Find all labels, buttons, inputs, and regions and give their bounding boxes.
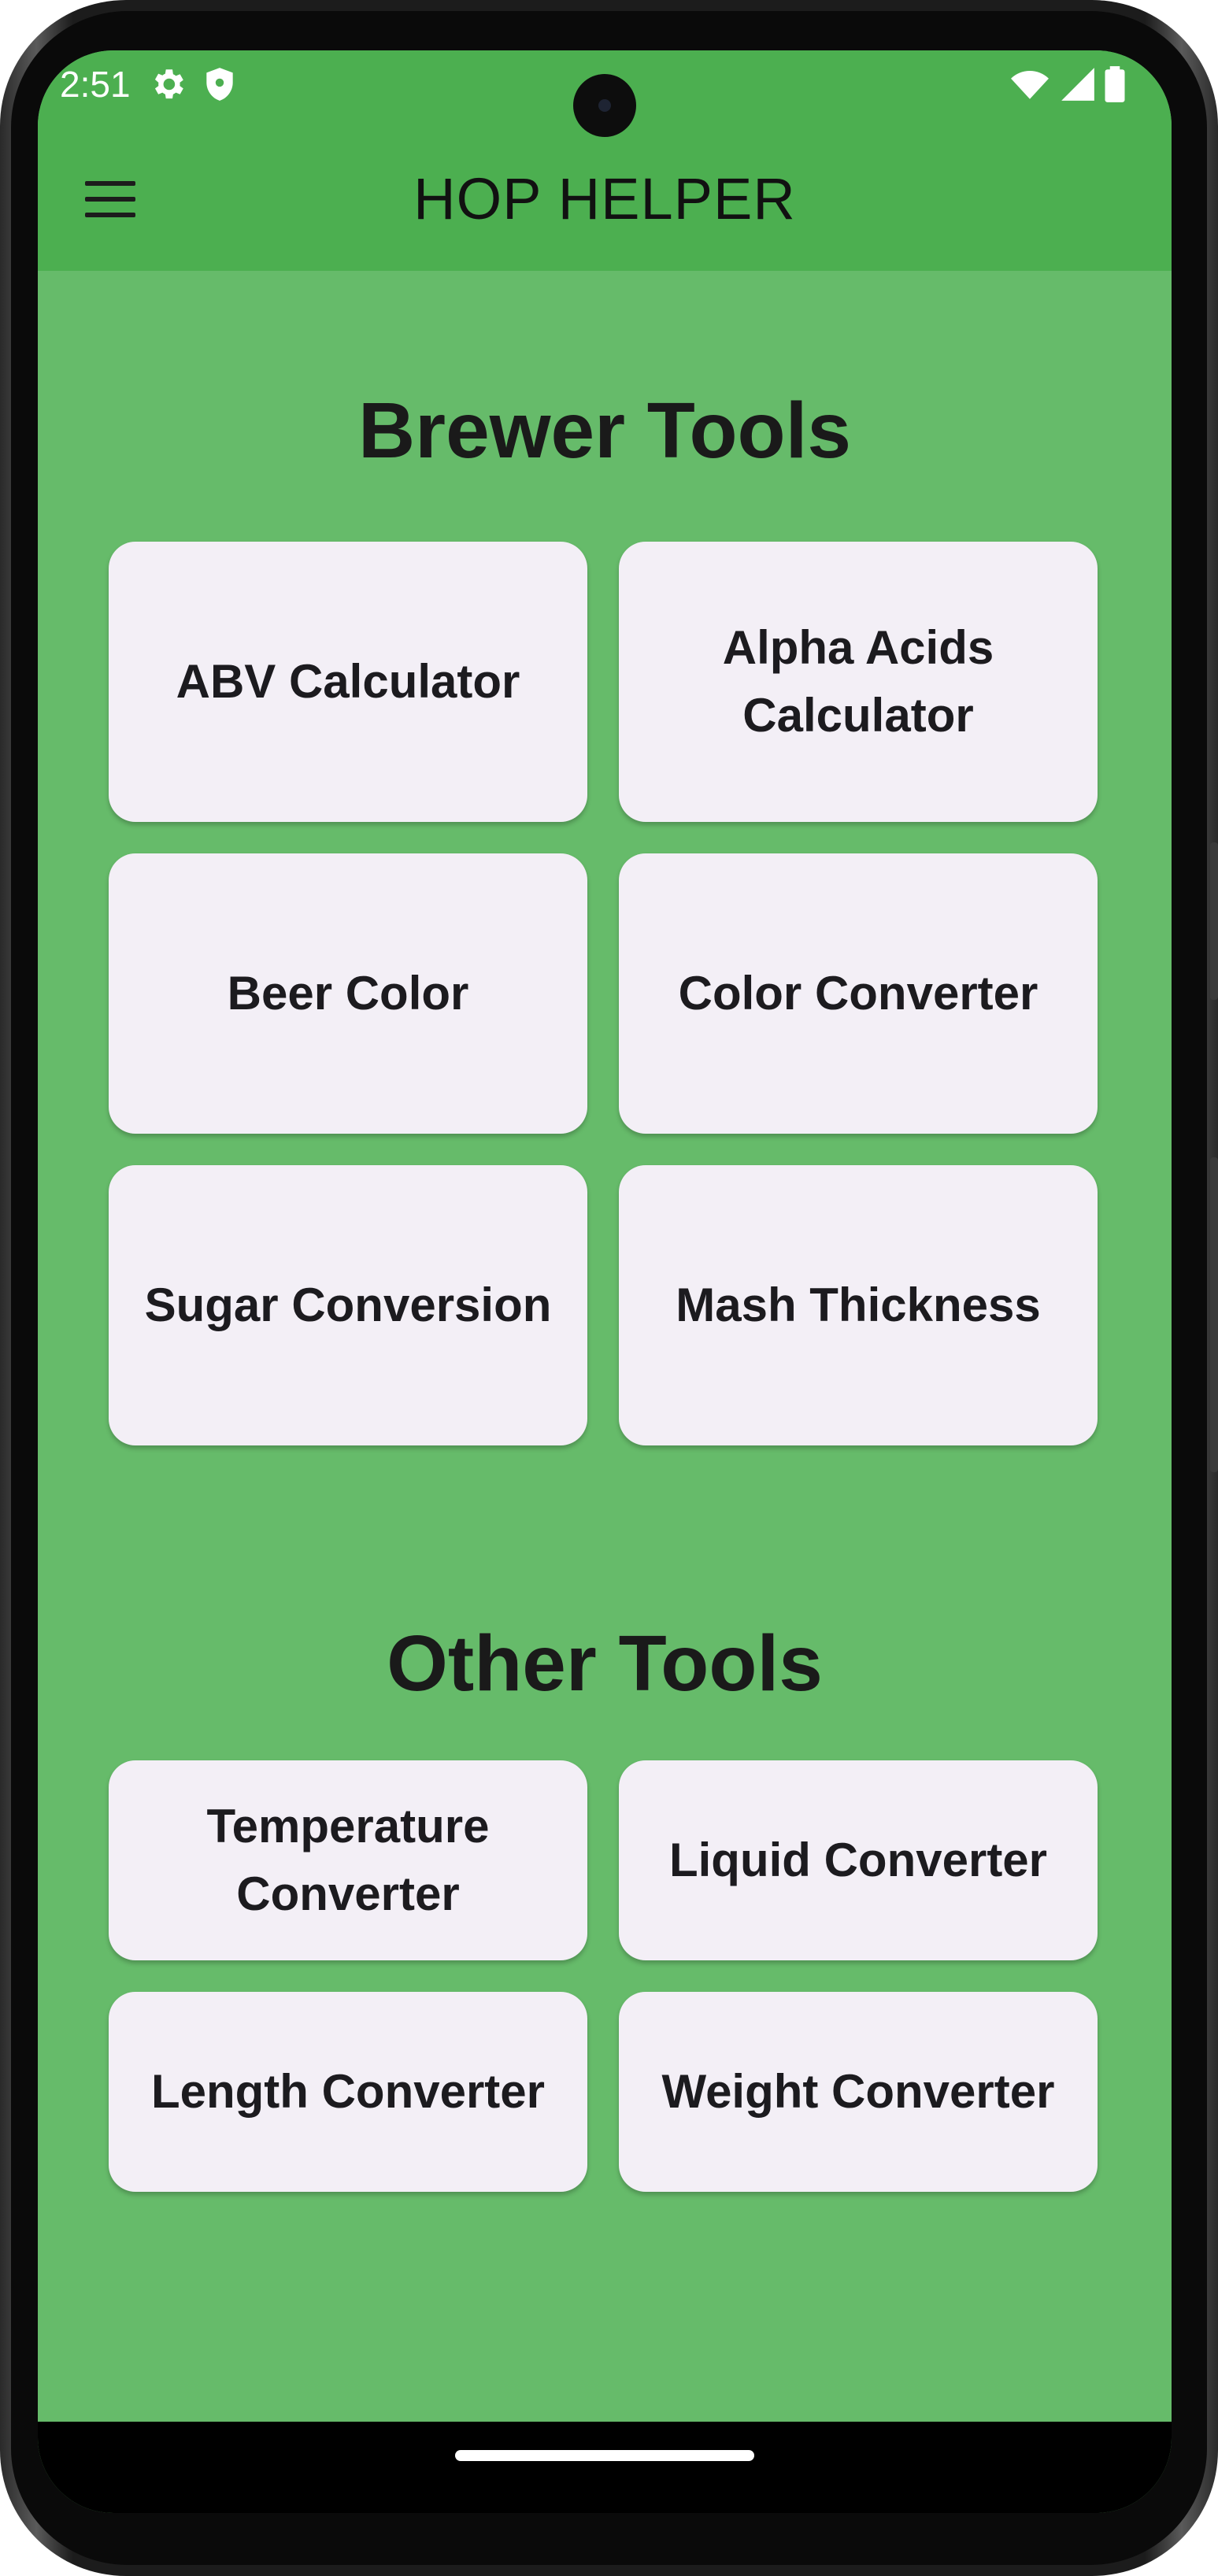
temperature-converter-label: Temperature Converter [206,1800,490,1920]
beer-color-button[interactable]: Beer Color [109,853,587,1134]
liquid-converter-label: Liquid Converter [668,1834,1048,1886]
length-converter-button[interactable]: Length Converter [109,1992,587,2192]
gear-icon [154,69,183,99]
temperature-converter-button[interactable]: Temperature Converter [109,1760,587,1960]
app-title: HOP HELPER [413,166,796,231]
status-time: 2:51 [60,64,131,105]
liquid-converter-button[interactable]: Liquid Converter [619,1760,1098,1960]
abv-calculator-button[interactable]: ABV Calculator [109,542,587,822]
sugar-conversion-button[interactable]: Sugar Conversion [109,1165,587,1445]
weight-converter-button[interactable]: Weight Converter [619,1992,1098,2192]
front-camera [573,74,636,137]
mash-thickness-button[interactable]: Mash Thickness [619,1165,1098,1445]
power-button [1210,842,1218,1000]
abv-calculator-label: ABV Calculator [176,655,520,708]
wifi-icon [1011,70,1049,99]
shield-icon [206,68,233,101]
top-app-area: 2:51 HOP HELPER [38,50,1172,271]
home-gesture-handle[interactable] [455,2450,754,2461]
color-converter-label: Color Converter [678,967,1038,1020]
signal-icon [1061,68,1094,101]
length-converter-label: Length Converter [150,2065,546,2118]
weight-converter-label: Weight Converter [661,2065,1055,2118]
other-tools-heading: Other Tools [387,1619,823,1708]
color-converter-button[interactable]: Color Converter [619,853,1098,1134]
sugar-conversion-label: Sugar Conversion [144,1279,552,1331]
brewer-tools-heading: Brewer Tools [357,387,852,475]
app-bar: HOP HELPER [38,129,1172,271]
volume-button [1210,1157,1218,1472]
alpha-acids-calculator-label: Alpha Acids Calculator [722,621,994,742]
battery-icon [1105,66,1125,102]
phone-frame: 2:51 HOP HELPER Brewer Tools ABV Calcula… [0,0,1218,2576]
beer-color-label: Beer Color [227,967,469,1020]
mash-thickness-label: Mash Thickness [676,1279,1041,1331]
navigation-bar [38,2422,1172,2513]
alpha-acids-calculator-button[interactable]: Alpha Acids Calculator [619,542,1098,822]
screen: 2:51 HOP HELPER Brewer Tools ABV Calcula… [38,50,1172,2513]
